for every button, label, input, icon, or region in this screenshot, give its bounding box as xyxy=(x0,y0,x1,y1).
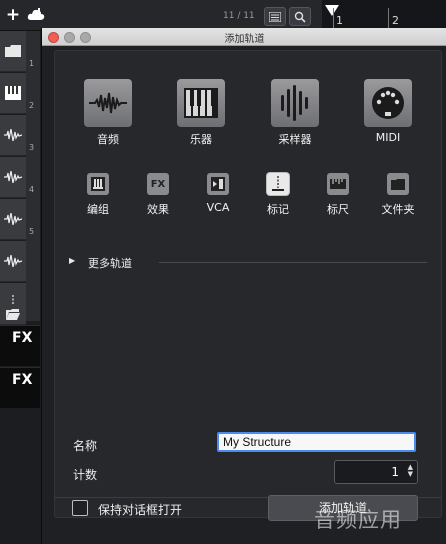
category-label: 编组 xyxy=(87,203,109,216)
category-sampler[interactable]: 采样器 xyxy=(265,79,325,147)
track-name-input[interactable] xyxy=(217,432,416,452)
category-instrument[interactable]: 乐器 xyxy=(171,79,231,147)
watermark-text: 音频应用 xyxy=(314,508,402,532)
category-label: 采样器 xyxy=(278,133,312,146)
category-fx[interactable]: FX 效果 xyxy=(135,173,181,217)
count-stepper[interactable]: 1 ▲ ▼ xyxy=(334,460,418,484)
add-track-dialog: 添加轨道 音频 乐器 采样器 MIDI 编组 FX 效果 VCA 标记 标尺 文… xyxy=(41,28,446,544)
category-label: 标记 xyxy=(267,203,289,216)
ruler-icon xyxy=(327,173,349,195)
track-folder[interactable] xyxy=(0,304,26,325)
category-midi[interactable]: MIDI xyxy=(358,79,418,144)
count-label: 计数 xyxy=(73,468,98,482)
audio-waveform-icon xyxy=(84,79,132,127)
fx-label: FX xyxy=(12,372,33,388)
waveform-icon xyxy=(4,129,22,141)
folder-icon xyxy=(5,45,21,57)
folder-icon xyxy=(387,173,409,195)
more-tracks-label: 更多轨道 xyxy=(88,257,132,270)
track-folder[interactable] xyxy=(0,31,26,72)
track-audio[interactable] xyxy=(0,115,26,156)
count-value: 1 xyxy=(391,465,399,479)
category-label: 标尺 xyxy=(327,203,349,216)
track-audio[interactable] xyxy=(0,157,26,198)
list-icon[interactable] xyxy=(264,7,286,26)
waveform-icon xyxy=(4,171,22,183)
sampler-icon xyxy=(271,79,319,127)
ruler-mark-1: 1 xyxy=(336,14,343,27)
category-label: 音频 xyxy=(97,133,119,146)
waveform-icon xyxy=(4,213,22,225)
keyboard-icon xyxy=(177,79,225,127)
plus-icon[interactable]: + xyxy=(3,5,23,25)
track-number: 2 xyxy=(29,101,35,110)
track-type-panel: 音频 乐器 采样器 MIDI 编组 FX 效果 VCA 标记 标尺 文件夹 ▶ … xyxy=(54,50,442,518)
keep-dialog-open-label[interactable]: 保持对话框打开 xyxy=(98,501,182,518)
disclosure-triangle-icon: ▶ xyxy=(69,256,76,265)
vca-icon xyxy=(207,173,229,195)
category-label: MIDI xyxy=(375,131,401,144)
marker-icon xyxy=(267,173,289,195)
track-audio[interactable] xyxy=(0,199,26,240)
category-label: 文件夹 xyxy=(381,203,415,216)
category-vca[interactable]: VCA xyxy=(195,173,241,214)
category-folder[interactable]: 文件夹 xyxy=(375,173,421,217)
category-label: 乐器 xyxy=(190,133,212,146)
category-label: 效果 xyxy=(147,203,169,216)
stepper-arrows-icon[interactable]: ▲ ▼ xyxy=(408,464,413,478)
group-icon xyxy=(87,173,109,195)
category-label: VCA xyxy=(206,201,230,214)
divider xyxy=(159,262,427,263)
folder-open-icon xyxy=(6,308,20,320)
dialog-title: 添加轨道 xyxy=(224,34,265,45)
fx-icon: FX xyxy=(147,173,169,195)
midi-port-icon xyxy=(364,79,412,127)
cloud-icon[interactable] xyxy=(26,6,46,24)
fx-label: FX xyxy=(12,330,33,346)
ruler-mark-2: 2 xyxy=(392,14,399,27)
category-marker[interactable]: 标记 xyxy=(255,173,301,217)
track-counter: 11 / 11 xyxy=(223,11,255,21)
fx-track[interactable]: FX xyxy=(0,325,40,366)
waveform-icon xyxy=(4,255,22,267)
keep-dialog-open-checkbox[interactable] xyxy=(72,500,88,516)
name-label: 名称 xyxy=(73,439,98,453)
dialog-titlebar[interactable]: 添加轨道 xyxy=(42,28,446,46)
piano-icon xyxy=(5,86,21,100)
track-instrument[interactable] xyxy=(0,73,26,114)
category-audio[interactable]: 音频 xyxy=(78,79,138,147)
track-number: 3 xyxy=(29,143,35,152)
track-list: 1 2 3 4 5 FX FX xyxy=(0,31,40,544)
track-number: 5 xyxy=(29,227,35,236)
track-number: 1 xyxy=(29,59,35,68)
project-toolbar: + 11 / 11 1 2 xyxy=(0,0,446,31)
track-audio[interactable] xyxy=(0,241,26,282)
search-icon[interactable] xyxy=(289,7,311,26)
category-group[interactable]: 编组 xyxy=(75,173,121,217)
track-number: 4 xyxy=(29,185,35,194)
timeline-ruler[interactable]: 1 2 xyxy=(322,0,446,30)
fx-track[interactable]: FX xyxy=(0,367,40,408)
category-ruler[interactable]: 标尺 xyxy=(315,173,361,217)
more-tracks-disclosure[interactable]: ▶ 更多轨道 xyxy=(69,255,427,270)
